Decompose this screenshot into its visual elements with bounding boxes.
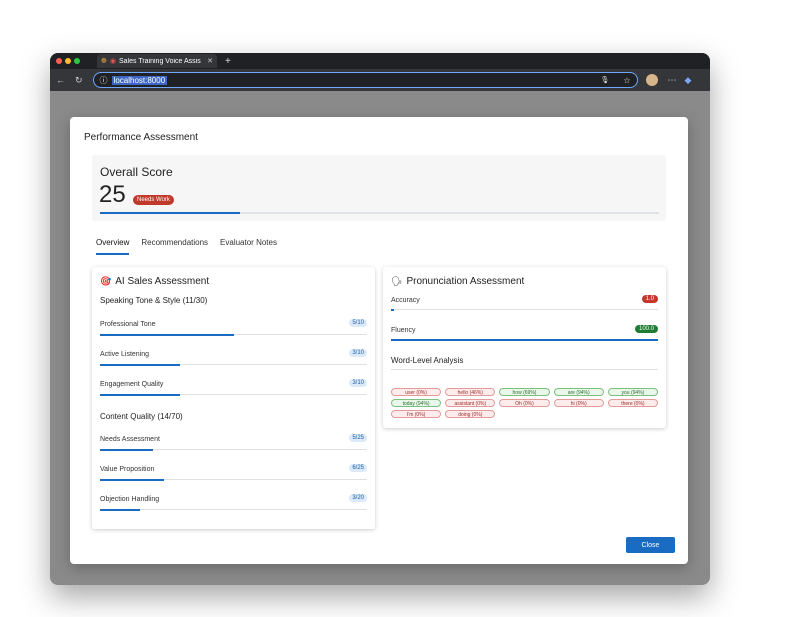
- metric-score-badge: 5/25: [349, 434, 367, 442]
- tab-evaluator-notes[interactable]: Evaluator Notes: [220, 238, 277, 255]
- metric-score-badge: 6/25: [349, 464, 367, 472]
- metric-label: Active Listening: [100, 351, 150, 358]
- fluency-metric: Fluency 100.0: [391, 325, 658, 347]
- word-chip: hi (0%): [553, 399, 604, 407]
- metric-fill: [100, 333, 234, 336]
- tab-strip: ❁ ◉ Sales Training Voice Assis ✕ +: [50, 53, 710, 69]
- target-icon: 🎯: [100, 276, 112, 286]
- tab-recommendations[interactable]: Recommendations: [141, 238, 208, 255]
- fluency-badge: 100.0: [634, 325, 658, 333]
- metric-fill: [100, 363, 181, 366]
- accuracy-badge: 1.0: [641, 295, 658, 303]
- metric-row: Professional Tone 5/10: [100, 316, 367, 340]
- overall-score-label: Overall Score: [100, 165, 173, 179]
- metric-label: Needs Assessment: [100, 436, 160, 443]
- word-analysis-title: Word-Level Analysis: [391, 356, 464, 365]
- speaking-head-icon: 🗣: [391, 276, 403, 286]
- browser-tab[interactable]: ❁ ◉ Sales Training Voice Assis ✕: [97, 54, 217, 68]
- metric-track: [100, 478, 367, 481]
- copilot-icon[interactable]: ◆: [685, 75, 692, 86]
- pronunciation-card: 🗣 Pronunciation Assessment Accuracy 1.0 …: [383, 267, 666, 428]
- metric-row: Value Proposition 6/25: [100, 461, 367, 485]
- word-analysis-divider: [391, 369, 658, 370]
- word-chip: assistant (0%): [445, 399, 496, 407]
- close-tab-icon[interactable]: ✕: [207, 57, 213, 65]
- close-window-icon[interactable]: [56, 58, 62, 64]
- modal-title: Performance Assessment: [84, 132, 198, 143]
- fluency-track: [391, 338, 658, 341]
- metric-fill: [100, 448, 154, 451]
- accuracy-label: Accuracy: [391, 297, 420, 304]
- metric-score-badge: 3/10: [349, 349, 367, 357]
- needs-work-badge: Needs Work: [133, 195, 174, 205]
- microphone-icon[interactable]: 🎙: [600, 76, 609, 84]
- metric-fill: [100, 478, 165, 481]
- word-chip: user (0%): [391, 388, 442, 396]
- metric-row: Engagement Quality 3/10: [100, 376, 367, 400]
- word-chip: are (94%): [553, 388, 604, 396]
- performance-modal: Performance Assessment Overall Score 25 …: [70, 117, 688, 564]
- browser-toolbar: ← ↻ ⓘ localhost:8000 🎙 ☆ ⋯ ◆: [50, 69, 710, 91]
- word-chip: how (69%): [499, 388, 550, 396]
- profile-avatar[interactable]: [645, 74, 658, 86]
- word-grid: user (0%) hello (46%) how (69%) are (94%) yo…: [391, 388, 658, 418]
- tone-section-title: Speaking Tone & Style (11/30): [100, 296, 208, 305]
- metric-track: [100, 333, 367, 336]
- metric-track: [100, 363, 367, 366]
- pron-card-title: 🗣 Pronunciation Assessment: [391, 276, 524, 287]
- minimize-window-icon[interactable]: [65, 58, 71, 64]
- metric-score-badge: 3/20: [349, 494, 367, 502]
- back-icon[interactable]: ←: [56, 75, 65, 85]
- metric-label: Engagement Quality: [100, 381, 164, 388]
- new-tab-icon[interactable]: +: [225, 56, 231, 67]
- metric-track: [100, 508, 367, 511]
- overall-score-fill: [100, 212, 240, 214]
- word-chip: today (94%): [391, 399, 442, 407]
- overall-score-track: [100, 212, 659, 214]
- metric-fill: [100, 508, 141, 511]
- metric-row: Needs Assessment 5/25: [100, 431, 367, 455]
- maximize-window-icon[interactable]: [74, 58, 80, 64]
- ai-card-title-text: AI Sales Assessment: [115, 276, 210, 287]
- info-icon[interactable]: ⓘ: [100, 75, 108, 86]
- accuracy-metric: Accuracy 1.0: [391, 295, 658, 317]
- assessment-tabs: Overview Recommendations Evaluator Notes: [96, 238, 289, 255]
- metric-label: Objection Handling: [100, 496, 160, 503]
- fluency-label: Fluency: [391, 327, 416, 334]
- tab-title: Sales Training Voice Assis: [118, 57, 201, 65]
- word-chip: hello (46%): [445, 388, 496, 396]
- word-chip: I'm (0%): [391, 410, 442, 418]
- overall-score-value: 25: [99, 181, 126, 208]
- word-chip: Oh (0%): [499, 399, 550, 407]
- metric-row: Active Listening 3/10: [100, 346, 367, 370]
- metric-score-badge: 3/10: [349, 379, 367, 387]
- overall-score-card: Overall Score 25 Needs Work: [92, 155, 666, 221]
- tab-overview[interactable]: Overview: [96, 238, 130, 255]
- metric-fill: [100, 393, 181, 396]
- ai-card-title: 🎯 AI Sales Assessment: [100, 276, 209, 287]
- reload-icon[interactable]: ↻: [75, 75, 83, 86]
- word-chip: there (0%): [607, 399, 658, 407]
- word-chip: doing (0%): [445, 410, 496, 418]
- more-menu-icon[interactable]: ⋯: [668, 75, 677, 86]
- metric-row: Objection Handling 3/20: [100, 491, 367, 515]
- pron-card-title-text: Pronunciation Assessment: [406, 276, 525, 287]
- metric-score-badge: 5/10: [349, 319, 367, 327]
- metric-label: Professional Tone: [100, 321, 156, 328]
- address-bar[interactable]: ⓘ localhost:8000 🎙 ☆: [92, 72, 638, 88]
- ai-sales-card: 🎯 AI Sales Assessment Speaking Tone & St…: [92, 267, 375, 529]
- metric-track: [100, 448, 367, 451]
- metric-label: Value Proposition: [100, 466, 155, 473]
- word-chip: you (94%): [607, 388, 658, 396]
- favicon-icon: ❁: [101, 58, 107, 65]
- content-section-title: Content Quality (14/70): [100, 412, 183, 421]
- recording-icon: ◉: [109, 58, 116, 65]
- star-icon[interactable]: ☆: [623, 76, 630, 85]
- url-text[interactable]: localhost:8000: [111, 75, 168, 85]
- metric-track: [100, 393, 367, 396]
- accuracy-fill: [391, 308, 394, 311]
- fluency-fill: [391, 338, 658, 341]
- accuracy-track: [391, 308, 658, 311]
- close-button[interactable]: Close: [626, 537, 675, 553]
